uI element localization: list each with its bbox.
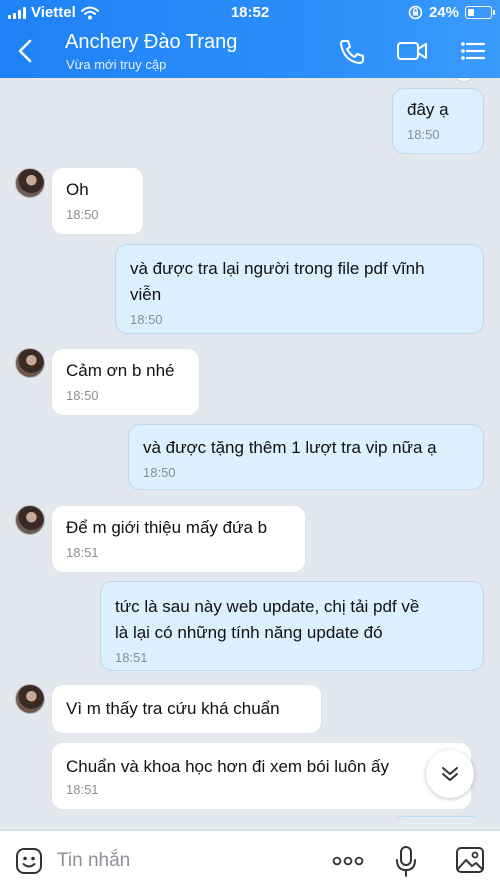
video-camera-icon [397, 42, 427, 60]
message-bubble-incoming[interactable]: Cảm ơn b nhé 18:50 [51, 348, 200, 416]
message-input[interactable]: Tin nhắn [57, 850, 130, 872]
message-input-bar: Tin nhắn [0, 830, 500, 889]
message-bubble-incoming[interactable]: Vì m thấy tra cứu khá chuẩn [51, 684, 322, 734]
contact-status: Vừa mới truy cập [66, 57, 167, 72]
battery-icon [465, 6, 495, 19]
avatar[interactable] [15, 505, 45, 535]
menu-list-icon [461, 42, 486, 60]
image-button[interactable] [454, 845, 486, 875]
phone-icon [340, 40, 364, 64]
message-bubble-outgoing[interactable] [391, 816, 484, 818]
avatar[interactable] [15, 348, 45, 378]
message-list[interactable]: đây ạ 18:50 Oh 18:50 và được tra lại ngư… [0, 78, 500, 818]
orientation-lock-icon [408, 5, 423, 20]
reaction-icon[interactable] [452, 78, 476, 82]
video-call-button[interactable] [394, 34, 430, 68]
microphone-icon [396, 846, 416, 877]
scroll-to-bottom-button[interactable] [426, 750, 474, 798]
emoji-icon [16, 848, 42, 874]
more-icon [332, 856, 364, 866]
options-button[interactable] [455, 34, 491, 68]
back-button[interactable] [10, 34, 40, 68]
message-bubble-outgoing[interactable]: tức là sau này web update, chị tải pdf v… [100, 581, 484, 671]
message-bubble-outgoing[interactable]: và được tra lại người trong file pdf vĩn… [115, 244, 484, 334]
image-icon [456, 847, 484, 873]
back-icon [18, 39, 32, 63]
call-button[interactable] [334, 34, 370, 68]
chat-header: Viettel 18:52 24% Anchery Đào Trang Vừa … [0, 0, 500, 78]
message-bubble-outgoing[interactable]: đây ạ 18:50 [392, 88, 484, 154]
status-bar: Viettel 18:52 24% [0, 0, 500, 26]
message-bubble-incoming[interactable]: Oh 18:50 [51, 167, 144, 235]
message-bubble-incoming[interactable]: Chuẩn và khoa học hơn đi xem bói luôn ấy… [51, 742, 472, 810]
voice-button[interactable] [393, 844, 419, 878]
more-button[interactable] [330, 849, 366, 873]
avatar[interactable] [15, 684, 45, 714]
battery-percent: 24% [428, 4, 459, 21]
message-bubble-incoming[interactable]: Để m giới thiệu mấy đứa b 18:51 [51, 505, 306, 573]
contact-name[interactable]: Anchery Đào Trang [65, 31, 237, 54]
message-bubble-outgoing[interactable]: và được tặng thêm 1 lượt tra vip nữa ạ 1… [128, 424, 484, 490]
avatar[interactable] [15, 168, 45, 198]
emoji-button[interactable] [14, 846, 44, 876]
chevron-double-down-icon [442, 767, 458, 781]
